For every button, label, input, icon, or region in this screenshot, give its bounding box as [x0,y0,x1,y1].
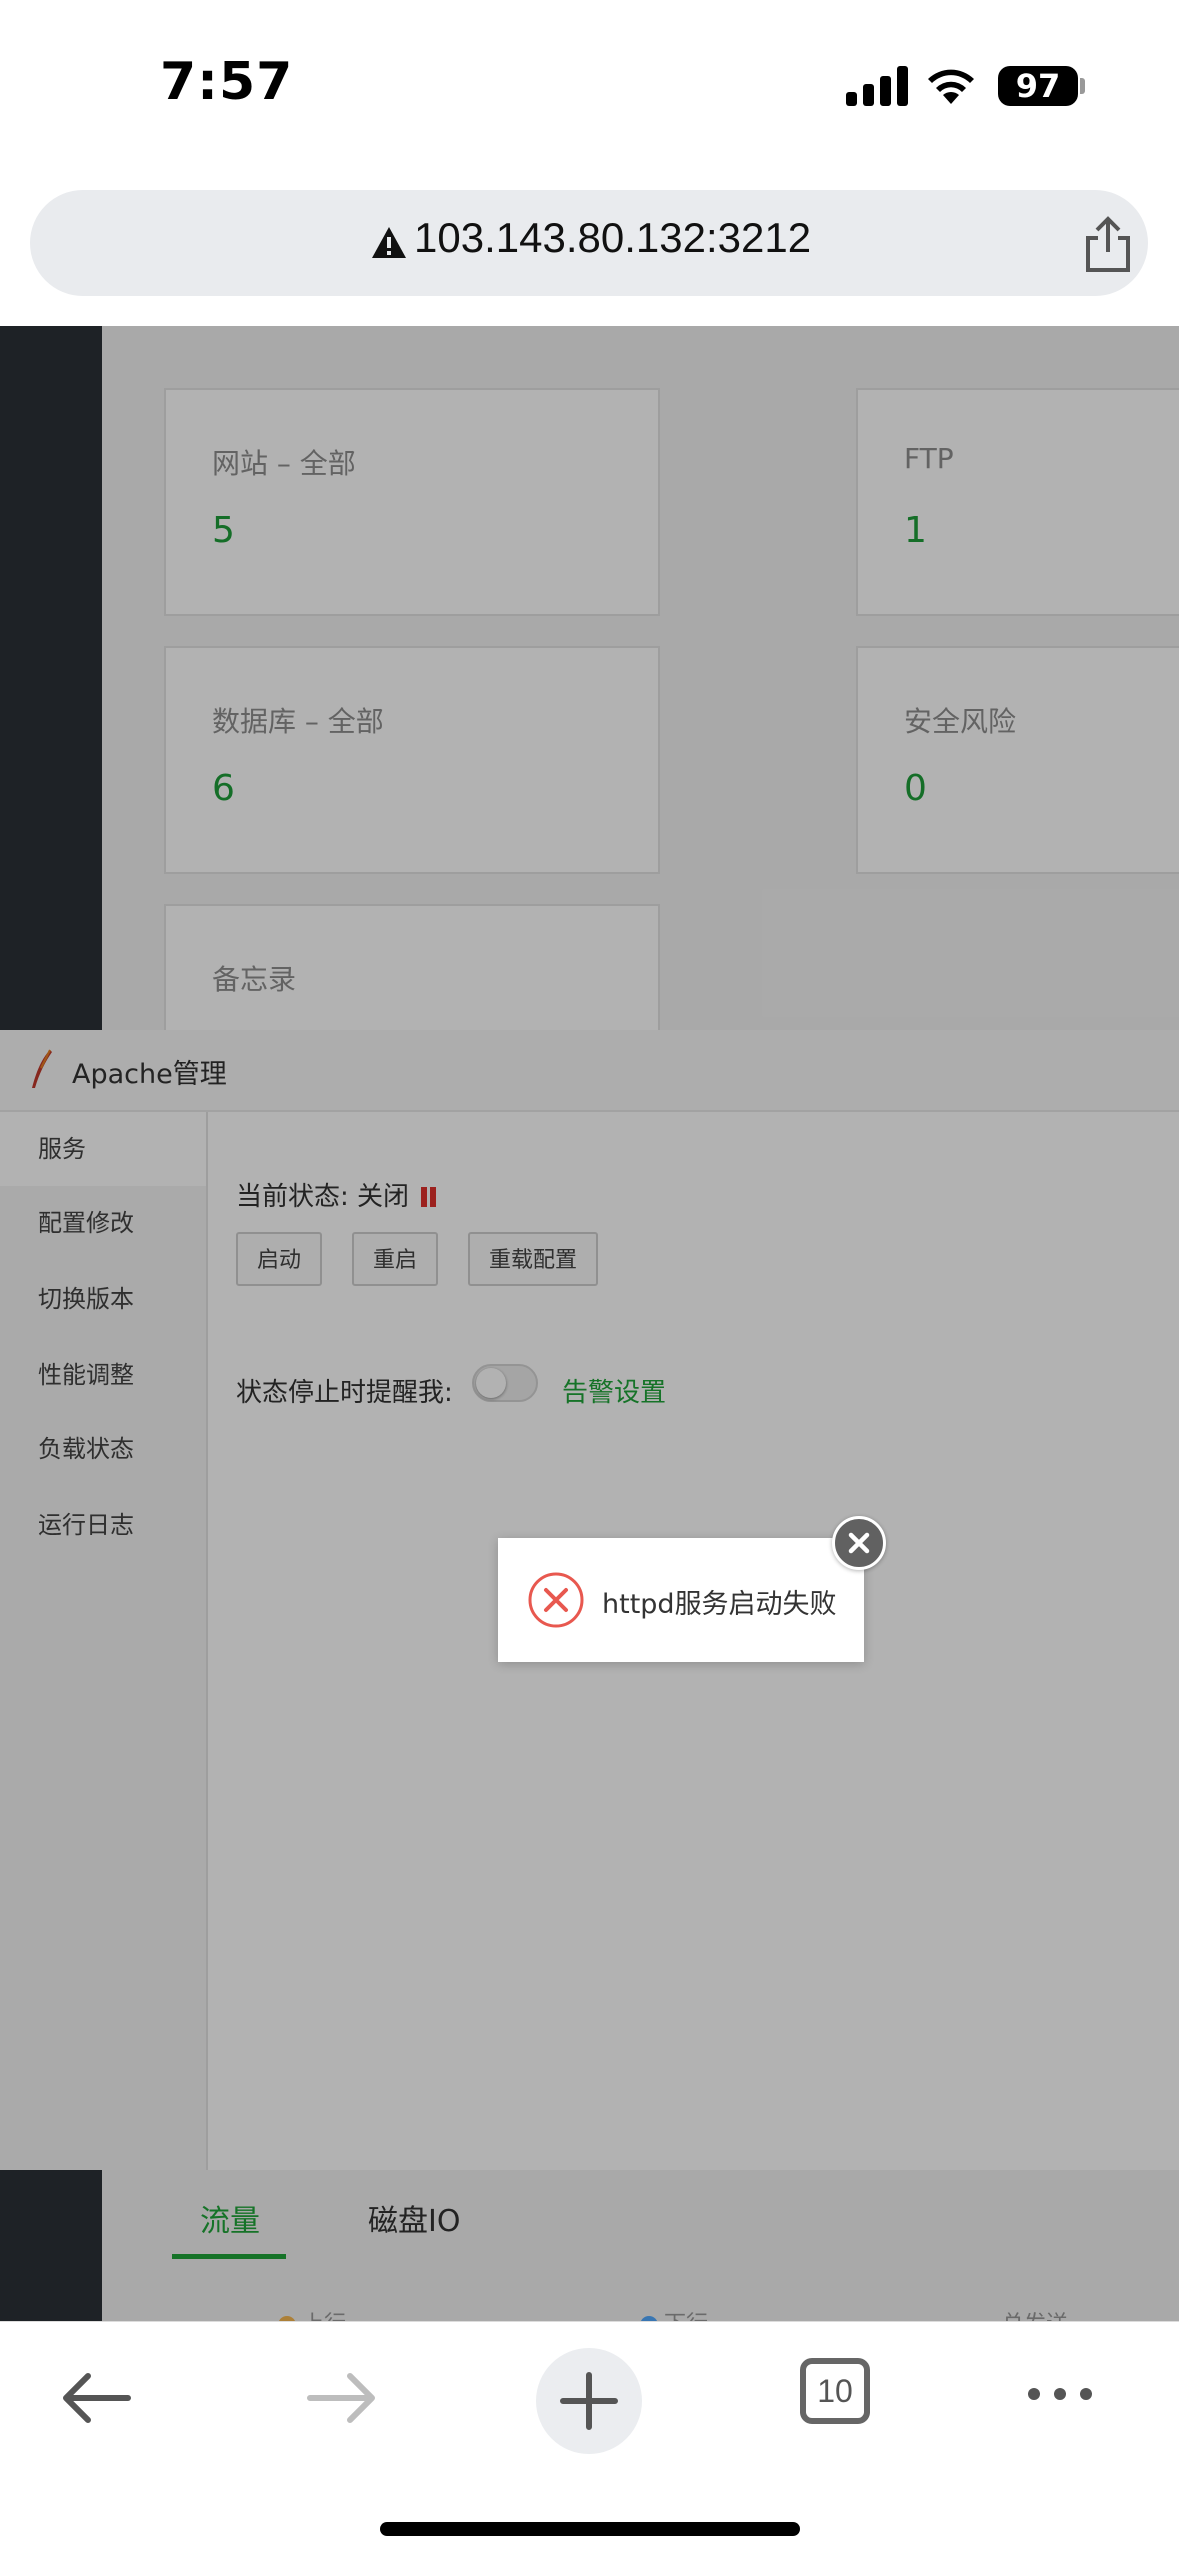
back-arrow-icon[interactable] [58,2368,134,2428]
close-icon [848,1532,870,1554]
wifi-icon [928,69,974,104]
url-bar[interactable]: 103.143.80.132:3212 [30,190,1148,296]
toast-close-button[interactable] [832,1516,886,1570]
url-text[interactable]: 103.143.80.132:3212 [414,214,811,262]
battery-nub [1080,78,1085,94]
forward-arrow-icon[interactable] [304,2368,380,2428]
status-time: 7:57 [160,52,294,112]
browser-toolbar: 10 [0,2321,1179,2557]
warning-icon [372,227,406,258]
more-icon[interactable] [1024,2382,1096,2406]
cellular-signal-icon [846,66,908,106]
plus-icon [560,2372,618,2430]
error-circle-icon [528,1572,584,1628]
battery-icon: 97 [998,66,1078,106]
error-toast: httpd服务启动失败 [498,1538,864,1662]
tab-switcher-button[interactable]: 10 [800,2358,870,2424]
home-indicator [380,2522,800,2536]
new-tab-button[interactable] [536,2348,642,2454]
share-icon[interactable] [1080,216,1136,274]
toast-message: httpd服务启动失败 [602,1589,837,1620]
status-bar: 7:57 97 [0,0,1179,170]
